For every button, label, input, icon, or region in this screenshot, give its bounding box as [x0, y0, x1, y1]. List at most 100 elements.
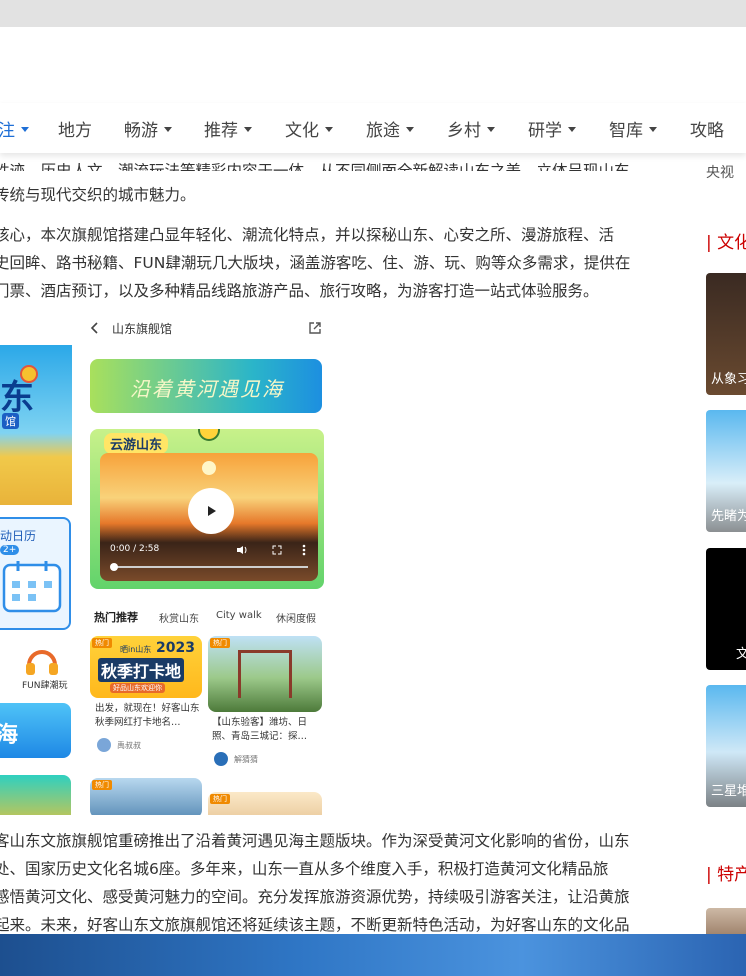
browser-top-bar [0, 0, 746, 27]
avatar [214, 752, 228, 766]
avatar [97, 738, 111, 752]
sidebar-thumb[interactable]: 从象习 [706, 273, 746, 395]
content-card-2[interactable]: 热门 [208, 636, 322, 712]
play-button[interactable] [188, 488, 234, 534]
card-desc[interactable]: 【山东验客】潍坊、日照、青岛三城记：探… [212, 716, 320, 744]
sidebar-thumb-caption: 三星堆 [711, 784, 746, 799]
volume-icon[interactable] [236, 545, 248, 555]
nav-item-culture[interactable]: 文化 [285, 103, 333, 153]
nav-item-label: 研学 [528, 120, 562, 141]
nav-item-local[interactable]: 地方 [58, 103, 92, 153]
sidebar-section-title: | 文化 [706, 233, 746, 253]
sun-shape [202, 461, 216, 475]
card-desc[interactable]: 出发，就现在！好客山东秋季网红打卡地名… [95, 702, 201, 730]
tab-autumn[interactable]: 秋赏山东 [159, 610, 199, 625]
article-line: 客山东文旅旗舰馆重磅推出了沿着黄河遇见海主题版块。作为深受黄河文化影响的省份，山… [0, 832, 630, 850]
nav-item-label: 攻略 [690, 120, 724, 141]
card-author: 禹叔叔 [117, 741, 141, 750]
sidebar-thumb-caption: 从象习 [711, 372, 746, 387]
phone-screenshot-right: 山东旗舰馆 沿着黄河遇见海 云游山东 0:00 / 2:58 热门推荐 秋赏山东… [85, 318, 327, 815]
flower-icon [20, 365, 38, 383]
chevron-down-icon [568, 126, 576, 132]
chevron-down-icon [406, 126, 414, 132]
sea-text: 海 [0, 723, 19, 748]
tab-leisure[interactable]: 休闲度假 [276, 610, 316, 625]
archway-shape [238, 650, 292, 698]
banner-sub: 馆 [2, 413, 19, 429]
more-icon[interactable] [302, 544, 306, 556]
sidebar-thumb[interactable]: 三星堆 [706, 685, 746, 807]
article-line: 史回眸、路书秘籍、FUN肆潮玩几大版块，涵盖游客吃、住、游、玩、购等众多需求，提… [0, 254, 631, 272]
nav-item-label: 注 [0, 120, 15, 141]
video-player[interactable]: 0:00 / 2:58 [100, 453, 318, 581]
headphones-icon [24, 645, 60, 681]
video-time: 0:00 / 2:58 [110, 544, 160, 554]
promo-card[interactable] [0, 775, 71, 815]
calendar-card[interactable]: 动日历 2+ [0, 517, 71, 630]
video-progress-knob[interactable] [110, 563, 118, 571]
play-icon [208, 506, 216, 516]
article-line: 传统与现代交织的城市魅力。 [0, 186, 196, 204]
nav-item-label: 乡村 [447, 120, 481, 141]
sea-card[interactable]: 海 [0, 703, 71, 758]
hot-tag: 热门 [92, 638, 112, 648]
nav-item-home[interactable]: 注 [0, 103, 29, 153]
chevron-down-icon [325, 126, 333, 132]
poster-top: 晒in山东 [120, 645, 152, 654]
phone-header-title: 山东旗舰馆 [112, 322, 173, 336]
hot-tag: 热门 [210, 794, 230, 804]
tab-hot[interactable]: 热门推荐 [94, 609, 138, 625]
calendar-label: 动日历 [0, 529, 37, 543]
nav-item-study[interactable]: 研学 [528, 103, 576, 153]
nav-item-journey[interactable]: 旅途 [366, 103, 414, 153]
nav-item-label: 地方 [58, 120, 92, 141]
nav-item-label: 推荐 [204, 120, 238, 141]
video-progress[interactable] [112, 566, 308, 568]
nav-item-recommend[interactable]: 推荐 [204, 103, 252, 153]
article-line: 感悟黄河文化、感受黄河魅力的空间。充分发挥旅游资源优势，持续吸引游客关注，让沿黄… [0, 888, 630, 906]
banner-text: 沿着黄河遇见海 [130, 377, 284, 401]
sidebar-thumb[interactable]: 先睹为 [706, 410, 746, 532]
hot-tag: 热门 [92, 780, 112, 790]
nav-item-label: 智库 [609, 120, 643, 141]
site-header [0, 27, 746, 103]
content-card-1[interactable]: 热门 晒in山东 2023 秋季打卡地 好品山东欢迎你 [90, 636, 202, 698]
nav-item-guide[interactable]: 攻略 [690, 103, 724, 153]
sidebar-thumb-caption: 先睹为 [711, 509, 746, 524]
content-card-4[interactable]: 热门 [208, 792, 322, 815]
back-icon[interactable] [88, 321, 102, 335]
calendar-icon [2, 561, 62, 613]
desktop-taskbar [0, 934, 746, 976]
share-icon[interactable] [308, 321, 322, 335]
article-line: 门票、酒店预订，以及多种精品线路旅游产品、旅行攻略，为游客打造一站式体验服务。 [0, 282, 599, 300]
fullscreen-icon[interactable] [272, 545, 282, 555]
nav-item-label: 畅游 [124, 120, 158, 141]
article-line: 胜迹、历史人文、潮流玩法等精彩内容于一体，从不同侧面全新解读山东之美，立体呈现山… [0, 162, 630, 171]
nav-item-rural[interactable]: 乡村 [447, 103, 495, 153]
mascot-icon [198, 429, 220, 441]
nav-item-label: 旅途 [366, 120, 400, 141]
sidebar-thumb[interactable]: 文 [706, 548, 746, 670]
yellow-river-banner[interactable]: 沿着黄河遇见海 [90, 359, 322, 413]
chevron-down-icon [244, 126, 252, 132]
article-line: 处、国家历史文化名城6座。多年来，山东一直从多个维度入手，积极打造黄河文化精品旅 [0, 860, 609, 878]
sidebar-top-text[interactable]: 央视 [706, 162, 734, 182]
cloud-tour-card[interactable]: 云游山东 0:00 / 2:58 [90, 429, 324, 589]
chevron-down-icon [487, 126, 495, 132]
poster-bottom: 好品山东欢迎你 [110, 683, 165, 693]
banner-card[interactable]: 东 馆 [0, 345, 72, 505]
fun-label: FUN肆潮玩 [22, 681, 68, 691]
phone-screenshot-left: 东 馆 动日历 2+ FUN肆潮玩 海 [0, 345, 72, 815]
poster-year: 2023 [156, 640, 195, 656]
hot-tag: 热门 [210, 638, 230, 648]
sidebar-thumb-caption: 文 [736, 647, 746, 662]
nav-item-label: 文化 [285, 120, 319, 141]
calendar-sub: 2+ [0, 545, 20, 555]
card-author: 解猜猜 [234, 755, 258, 764]
content-card-3[interactable]: 热门 [90, 778, 202, 815]
nav-item-thinktank[interactable]: 智库 [609, 103, 657, 153]
chevron-down-icon [649, 126, 657, 132]
cloud-tour-title: 云游山东 [104, 433, 169, 454]
tab-citywalk[interactable]: City walk [216, 610, 262, 621]
nav-item-travel[interactable]: 畅游 [124, 103, 172, 153]
